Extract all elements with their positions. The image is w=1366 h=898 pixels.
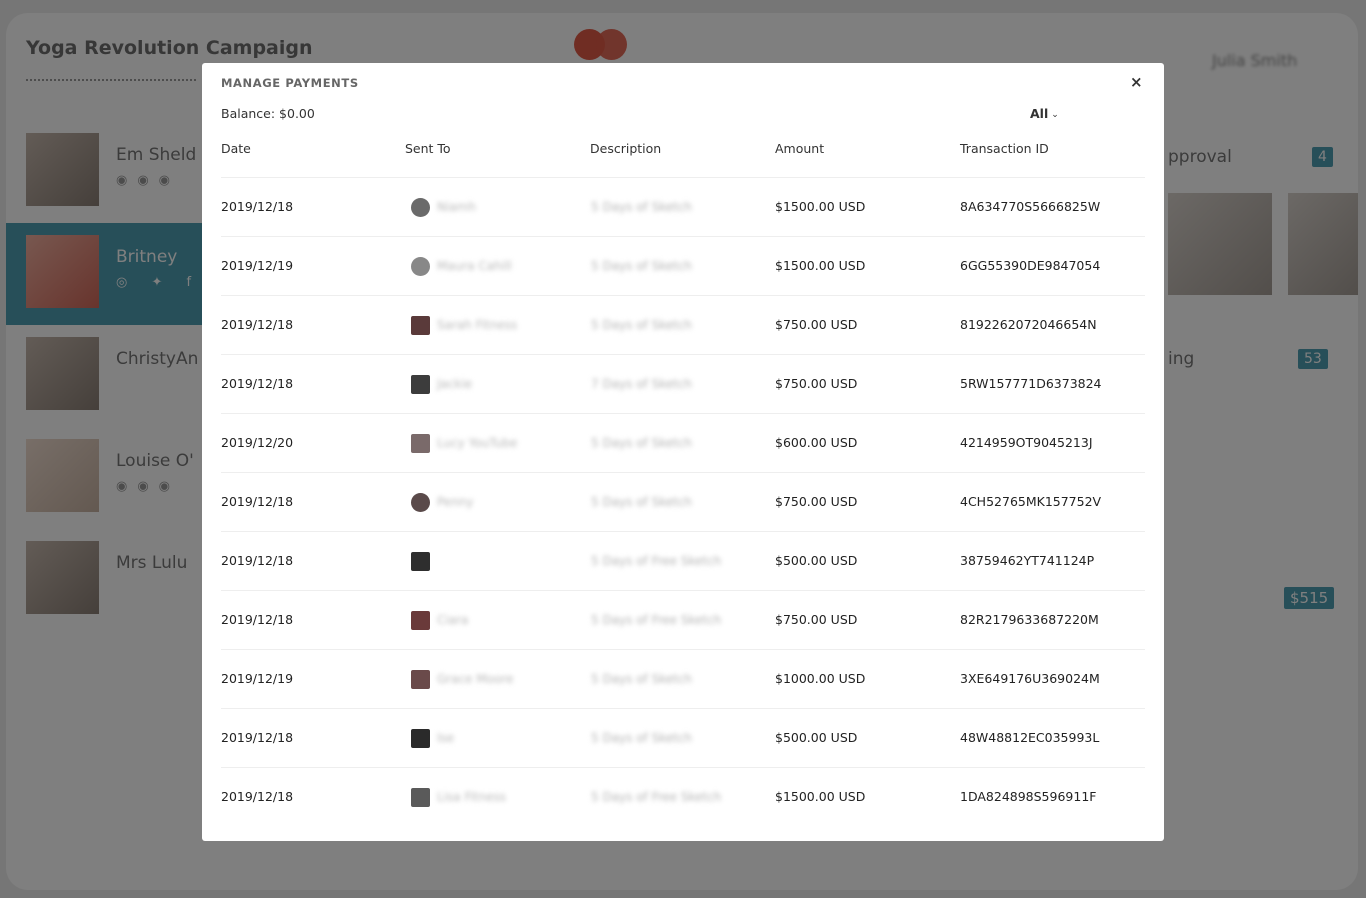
chevron-down-icon: ⌄ bbox=[1051, 110, 1059, 120]
recipient-name: Jackie bbox=[437, 377, 473, 391]
filter-value: All bbox=[1030, 106, 1049, 121]
avatar bbox=[411, 375, 430, 394]
transaction-id: 8A634770S5666825W bbox=[960, 199, 1101, 214]
modal-title: MANAGE PAYMENTS bbox=[221, 76, 359, 90]
payment-description: 5 Days of Sketch bbox=[591, 200, 693, 214]
payment-amount: $1000.00 USD bbox=[775, 671, 866, 686]
table-row[interactable]: 2019/12/18 Niamh 5 Days of Sketch $1500.… bbox=[221, 178, 1145, 237]
recipient-name: Ise bbox=[437, 731, 455, 745]
recipient-name: Lisa Fitness bbox=[437, 790, 506, 804]
payment-amount: $600.00 USD bbox=[775, 435, 858, 450]
transaction-id: 8192262072046654N bbox=[960, 317, 1097, 332]
payment-amount: $750.00 USD bbox=[775, 317, 858, 332]
column-header-transaction-id[interactable]: Transaction ID bbox=[960, 141, 1049, 156]
payment-description: 5 Days of Sketch bbox=[591, 259, 693, 273]
payment-filter-dropdown[interactable]: All ⌄ bbox=[1030, 106, 1059, 121]
avatar bbox=[411, 729, 430, 748]
payment-amount: $750.00 USD bbox=[775, 376, 858, 391]
table-header: Date Sent To Description Amount Transact… bbox=[221, 135, 1145, 178]
transaction-id: 38759462YT741124P bbox=[960, 553, 1095, 568]
payment-amount: $1500.00 USD bbox=[775, 199, 866, 214]
payment-date: 2019/12/18 bbox=[221, 553, 294, 568]
recipient-name: Ciara bbox=[437, 613, 469, 627]
table-row[interactable]: 2019/12/18 5 Days of Free Sketch $500.00… bbox=[221, 532, 1145, 591]
payment-date: 2019/12/18 bbox=[221, 730, 294, 745]
payment-amount: $500.00 USD bbox=[775, 730, 858, 745]
payment-description: 5 Days of Free Sketch bbox=[591, 613, 722, 627]
payment-amount: $750.00 USD bbox=[775, 494, 858, 509]
column-header-date[interactable]: Date bbox=[221, 141, 251, 156]
payment-date: 2019/12/18 bbox=[221, 494, 294, 509]
payment-amount: $1500.00 USD bbox=[775, 789, 866, 804]
payment-description: 5 Days of Free Sketch bbox=[591, 790, 722, 804]
payment-date: 2019/12/18 bbox=[221, 376, 294, 391]
payment-description: 5 Days of Sketch bbox=[591, 495, 693, 509]
table-row[interactable]: 2019/12/18 Ciara 5 Days of Free Sketch $… bbox=[221, 591, 1145, 650]
table-row[interactable]: 2019/12/19 Grace Moore 5 Days of Sketch … bbox=[221, 650, 1145, 709]
payment-amount: $1500.00 USD bbox=[775, 258, 866, 273]
transaction-id: 6GG55390DE9847054 bbox=[960, 258, 1101, 273]
transaction-id: 3XE649176U369024M bbox=[960, 671, 1100, 686]
table-row[interactable]: 2019/12/18 Penny 5 Days of Sketch $750.0… bbox=[221, 473, 1145, 532]
recipient-name: Maura Cahill bbox=[437, 259, 512, 273]
payments-table: Date Sent To Description Amount Transact… bbox=[221, 135, 1145, 826]
table-row[interactable]: 2019/12/19 Maura Cahill 5 Days of Sketch… bbox=[221, 237, 1145, 296]
payment-description: 5 Days of Sketch bbox=[591, 436, 693, 450]
balance-text: Balance: $0.00 bbox=[221, 106, 315, 121]
table-row[interactable]: 2019/12/18 Lisa Fitness 5 Days of Free S… bbox=[221, 768, 1145, 826]
avatar bbox=[411, 198, 430, 217]
manage-payments-modal: MANAGE PAYMENTS × Balance: $0.00 All ⌄ Da… bbox=[202, 63, 1164, 841]
payment-description: 5 Days of Sketch bbox=[591, 731, 693, 745]
payment-date: 2019/12/18 bbox=[221, 612, 294, 627]
avatar bbox=[411, 493, 430, 512]
table-row[interactable]: 2019/12/18 Ise 5 Days of Sketch $500.00 … bbox=[221, 709, 1145, 768]
payment-description: 5 Days of Free Sketch bbox=[591, 554, 722, 568]
table-row[interactable]: 2019/12/18 Jackie 7 Days of Sketch $750.… bbox=[221, 355, 1145, 414]
column-header-sent-to[interactable]: Sent To bbox=[405, 141, 451, 156]
recipient-name: Niamh bbox=[437, 200, 476, 214]
payment-description: 5 Days of Sketch bbox=[591, 672, 693, 686]
payment-date: 2019/12/19 bbox=[221, 671, 294, 686]
avatar bbox=[411, 670, 430, 689]
transaction-id: 5RW157771D6373824 bbox=[960, 376, 1102, 391]
payment-date: 2019/12/18 bbox=[221, 199, 294, 214]
payment-date: 2019/12/20 bbox=[221, 435, 294, 450]
payment-date: 2019/12/18 bbox=[221, 317, 294, 332]
payment-amount: $750.00 USD bbox=[775, 612, 858, 627]
table-row[interactable]: 2019/12/18 Sarah Fitness 5 Days of Sketc… bbox=[221, 296, 1145, 355]
recipient-name: Sarah Fitness bbox=[437, 318, 518, 332]
payment-date: 2019/12/19 bbox=[221, 258, 294, 273]
transaction-id: 4CH52765MK157752V bbox=[960, 494, 1102, 509]
payment-date: 2019/12/18 bbox=[221, 789, 294, 804]
close-icon[interactable]: × bbox=[1130, 73, 1143, 91]
recipient-name: Penny bbox=[437, 495, 474, 509]
payment-description: 5 Days of Sketch bbox=[591, 318, 693, 332]
avatar bbox=[411, 788, 430, 807]
transaction-id: 48W48812EC035993L bbox=[960, 730, 1100, 745]
table-row[interactable]: 2019/12/20 Lucy YouTube 5 Days of Sketch… bbox=[221, 414, 1145, 473]
avatar bbox=[411, 257, 430, 276]
recipient-name: Lucy YouTube bbox=[437, 436, 518, 450]
payment-description: 7 Days of Sketch bbox=[591, 377, 693, 391]
avatar bbox=[411, 611, 430, 630]
column-header-description[interactable]: Description bbox=[590, 141, 661, 156]
payment-amount: $500.00 USD bbox=[775, 553, 858, 568]
transaction-id: 4214959OT9045213J bbox=[960, 435, 1093, 450]
avatar bbox=[411, 434, 430, 453]
avatar bbox=[411, 552, 430, 571]
avatar bbox=[411, 316, 430, 335]
transaction-id: 1DA824898S596911F bbox=[960, 789, 1097, 804]
column-header-amount[interactable]: Amount bbox=[775, 141, 824, 156]
recipient-name: Grace Moore bbox=[437, 672, 514, 686]
transaction-id: 82R2179633687220M bbox=[960, 612, 1099, 627]
